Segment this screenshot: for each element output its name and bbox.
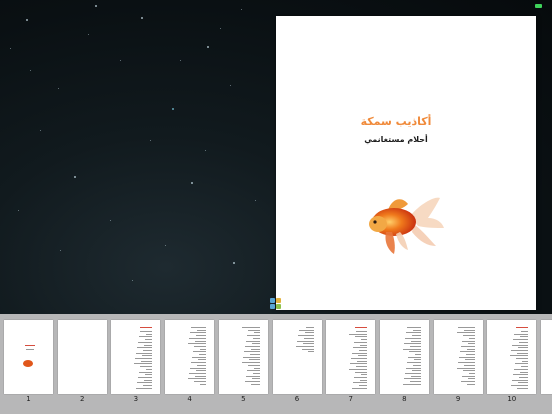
thumbnail-page-number: 8 [402, 395, 407, 403]
thumbnail-page-number: 4 [187, 395, 192, 403]
thumbnail-page [379, 320, 429, 394]
thumbnail-page-number: 3 [133, 395, 139, 403]
grid-view-icon[interactable] [270, 298, 282, 310]
page-thumbnail[interactable]: 9 [433, 320, 483, 404]
page-thumbnail[interactable]: 5 [218, 320, 268, 404]
star [150, 140, 151, 141]
thumbnail-page-number: 9 [455, 395, 461, 403]
star [172, 108, 174, 110]
star [207, 46, 209, 48]
page-thumbnail-strip[interactable]: 1 2 3 4 5 6 7 8 9 10 [0, 314, 552, 414]
star [74, 176, 76, 178]
book-title: أكاذيب سمكة [360, 115, 432, 128]
thumbnail-page-number: 2 [79, 395, 85, 403]
current-page[interactable]: أكاذيب سمكة أحلام مستغانمي [276, 16, 536, 310]
page-thumbnail[interactable]: 4 [165, 320, 215, 404]
thumbnail-page-number: 5 [241, 395, 246, 403]
star [88, 34, 89, 35]
star [205, 150, 206, 151]
star [241, 9, 242, 10]
star [40, 130, 41, 131]
star [120, 60, 121, 61]
page-thumbnail[interactable]: 2 [57, 320, 107, 404]
star [60, 250, 61, 251]
page-thumbnail[interactable]: 10 [487, 320, 537, 404]
page-thumbnail[interactable]: 7 [326, 320, 376, 404]
battery-indicator-icon [535, 4, 542, 8]
star [191, 182, 193, 184]
thumbnail-page [326, 320, 376, 394]
star [141, 17, 143, 19]
page-thumbnail[interactable]: 8 [379, 320, 429, 404]
thumbnail-page-number: 6 [294, 395, 300, 403]
thumbnail-page [4, 320, 53, 394]
page-thumbnail[interactable]: 3 [111, 320, 161, 404]
thumbnail-page [218, 320, 268, 394]
star [26, 19, 28, 21]
star [233, 262, 235, 264]
thumbnail-page [272, 320, 322, 394]
thumbnail-page [541, 320, 552, 394]
star [110, 220, 111, 221]
page-thumbnail[interactable]: 6 [272, 320, 322, 404]
goldfish-illustration [369, 197, 444, 254]
thumbnail-page [487, 320, 537, 394]
book-author: أحلام مستغانمي [364, 135, 428, 144]
star [30, 70, 31, 71]
thumbnail-page-number: 10 [507, 395, 517, 403]
thumbnail-page [57, 320, 107, 394]
thumbnail-page [165, 320, 215, 394]
page-thumbnail[interactable]: 1 [4, 320, 53, 404]
thumbnail-page-number: 7 [348, 395, 353, 403]
star [220, 28, 221, 29]
star [180, 60, 181, 61]
star [230, 85, 231, 86]
thumbnail-page-number: 1 [26, 395, 31, 403]
star [132, 280, 133, 281]
thumbnail-page [433, 320, 483, 394]
star [58, 88, 59, 89]
thumbnail-page [111, 320, 161, 394]
page-thumbnail[interactable] [541, 320, 552, 404]
reader-background: أكاذيب سمكة أحلام مستغانمي [0, 0, 552, 314]
star [95, 5, 97, 7]
star [165, 245, 166, 246]
star [18, 210, 19, 211]
goldfish-thumbnail-icon [23, 360, 33, 367]
star [10, 48, 11, 49]
star [255, 200, 256, 201]
